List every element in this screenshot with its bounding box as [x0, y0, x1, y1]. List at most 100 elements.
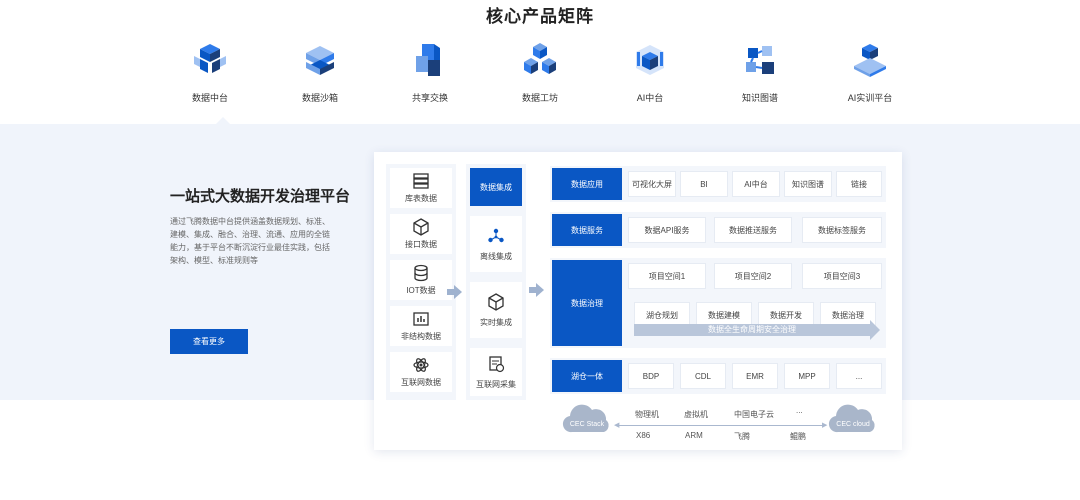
cloud-icon	[828, 404, 875, 433]
source-unstructured-data: 非结构数据	[390, 306, 452, 346]
source-label: IOT数据	[406, 286, 436, 295]
product-label: 共享交换	[411, 93, 448, 103]
source-table-data: 库表数据	[390, 168, 452, 208]
infra-bottom-label: 鲲鹏	[790, 432, 806, 441]
service-cell: 数据标签服务	[802, 217, 882, 243]
chart-board-icon	[413, 312, 429, 326]
product-tab-knowledge-graph[interactable]: 知识图谱	[720, 40, 800, 104]
product-tab-data-middle-platform[interactable]: 数据中台	[170, 40, 250, 104]
knowledge-graph-icon	[746, 46, 774, 74]
intro-title: 一站式大数据开发治理平台	[170, 188, 351, 205]
page: 核心产品矩阵 数据中台 数据沙箱 共享交换 数据工坊 AI中台 知识图谱 AI实…	[0, 0, 1080, 500]
integration-label: 实时集成	[480, 317, 512, 327]
service-cell: 数据推送服务	[714, 217, 792, 243]
row-data-governance: 数据治理 项目空间1 项目空间2 项目空间3 湖仓规划 数据建模 数据开发 数据…	[550, 258, 886, 348]
row-head-application: 数据应用	[552, 168, 622, 200]
product-label: 知识图谱	[741, 93, 778, 103]
product-tab-data-workshop[interactable]: 数据工坊	[500, 40, 580, 104]
cloud-icon	[562, 404, 609, 433]
product-label: 数据中台	[191, 93, 228, 103]
product-tabs: 数据中台 数据沙箱 共享交换 数据工坊 AI中台 知识图谱 AI实训平台	[170, 40, 910, 104]
integration-label: 互联网采集	[476, 379, 516, 389]
app-cell: 可视化大屏	[628, 171, 676, 197]
infra-bottom-label: ARM	[685, 431, 703, 440]
row-head-lakehouse: 湖仓一体	[552, 360, 622, 392]
intro-description: 通过飞腾数据中台提供涵盖数据规划、标准、建模、集成、融合、治理、流通、应用的全链…	[170, 217, 330, 265]
product-label: 数据沙箱	[301, 93, 338, 103]
source-api-data: 接口数据	[390, 214, 452, 254]
infra-top-label: 中国电子云	[734, 410, 774, 419]
row-data-application: 数据应用 可视化大屏 BI AI中台 知识图谱 链接	[550, 166, 886, 202]
data-sandbox-icon	[306, 46, 334, 75]
left-cloud-label: CEC Stack	[569, 421, 605, 428]
lakehouse-cell: MPP	[784, 363, 830, 389]
infra-bottom-label: X86	[636, 431, 651, 440]
view-more-button[interactable]: 查看更多	[170, 329, 248, 354]
integration-header-label: 数据集成	[480, 182, 512, 192]
workspace-cell: 项目空间1	[628, 263, 706, 289]
product-label: AI中台	[636, 93, 664, 103]
integration-header: 数据集成	[470, 168, 522, 206]
architecture-diagram: 库表数据 接口数据 IOT数据 非结构数据 互联网数据 数据集成 离线集成 实时…	[374, 152, 902, 450]
infra-top-label: 物理机	[635, 410, 659, 419]
product-tab-data-sandbox[interactable]: 数据沙箱	[280, 40, 360, 104]
data-sources-column: 库表数据 接口数据 IOT数据 非结构数据 互联网数据	[386, 164, 456, 400]
atom-icon	[413, 358, 429, 372]
band-arrow-tip-icon	[870, 320, 880, 340]
product-tab-ai-training[interactable]: AI实训平台	[830, 40, 910, 104]
source-label: 互联网数据	[401, 378, 441, 387]
source-label: 接口数据	[405, 240, 437, 249]
source-label: 非结构数据	[401, 332, 441, 341]
product-tab-share-exchange[interactable]: 共享交换	[390, 40, 470, 104]
service-cell: 数据API服务	[628, 217, 706, 243]
lakehouse-cell: BDP	[628, 363, 674, 389]
flow-arrow-icon	[454, 285, 462, 299]
app-cell: AI中台	[732, 171, 780, 197]
database-table-icon	[413, 173, 429, 189]
lakehouse-cell: ...	[836, 363, 882, 389]
row-data-service: 数据服务 数据API服务 数据推送服务 数据标签服务	[550, 212, 886, 248]
source-iot-data: IOT数据	[390, 260, 452, 300]
integration-web-crawl: 互联网采集	[470, 348, 522, 396]
lakehouse-cell: EMR	[732, 363, 778, 389]
integration-offline: 离线集成	[470, 216, 522, 272]
ai-training-icon	[854, 44, 886, 77]
share-exchange-icon	[416, 44, 440, 76]
network-nodes-icon	[488, 228, 504, 242]
app-cell: 链接	[836, 171, 882, 197]
active-tab-caret	[216, 117, 230, 124]
web-document-icon	[489, 355, 505, 372]
lakehouse-cell: CDL	[680, 363, 726, 389]
bidirectional-arrow	[618, 425, 826, 426]
database-icon	[414, 264, 428, 282]
flow-arrow-icon	[536, 283, 544, 297]
integration-column: 数据集成 离线集成 实时集成 互联网采集	[466, 164, 526, 400]
row-head-governance: 数据治理	[552, 260, 622, 346]
row-head-service: 数据服务	[552, 214, 622, 246]
ai-platform-icon	[636, 45, 664, 75]
app-cell: BI	[680, 171, 728, 197]
product-tab-ai-platform[interactable]: AI中台	[610, 40, 690, 104]
infra-top-label: 虚拟机	[684, 410, 708, 419]
infra-bottom-label: 飞腾	[734, 432, 750, 441]
row-lakehouse: 湖仓一体 BDP CDL EMR MPP ...	[550, 358, 886, 394]
arrow-left-icon: ◀	[614, 422, 620, 429]
security-governance-band: 数据全生命周期安全治理	[634, 324, 870, 336]
source-label: 库表数据	[405, 194, 437, 203]
cube-icon	[413, 218, 429, 236]
product-label: AI实训平台	[847, 93, 893, 103]
cube-icon	[488, 292, 504, 311]
data-workshop-icon	[524, 43, 556, 74]
source-internet-data: 互联网数据	[390, 352, 452, 392]
data-middle-platform-icon	[194, 44, 226, 73]
workspace-cell: 项目空间3	[802, 263, 882, 289]
product-label: 数据工坊	[521, 93, 558, 103]
arrow-right-icon: ▶	[822, 422, 828, 429]
right-cloud-label: CEC cloud	[836, 421, 870, 428]
section-title: 核心产品矩阵	[486, 7, 594, 26]
integration-label: 离线集成	[480, 251, 512, 261]
workspace-cell: 项目空间2	[714, 263, 792, 289]
app-cell: 知识图谱	[784, 171, 832, 197]
integration-realtime: 实时集成	[470, 282, 522, 338]
infra-top-label: ...	[796, 406, 803, 415]
